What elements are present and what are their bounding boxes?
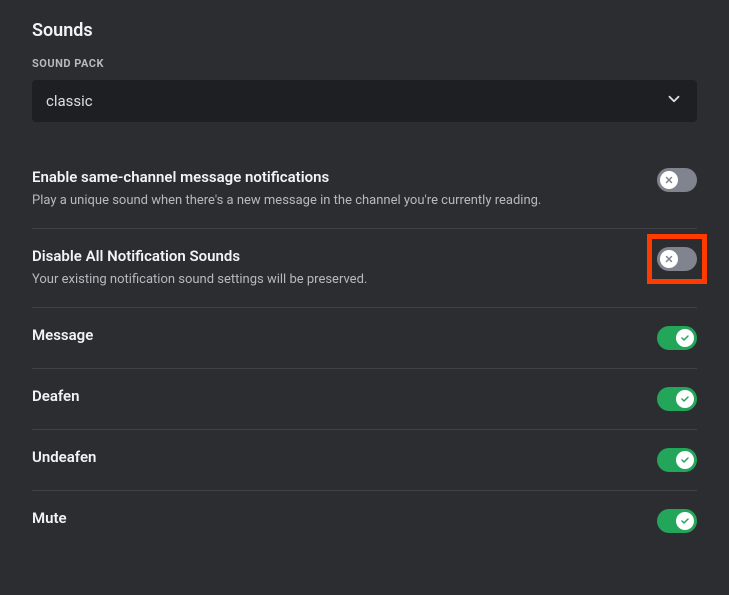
x-icon — [660, 250, 678, 268]
toggle-same-channel[interactable] — [657, 168, 697, 192]
setting-title: Enable same-channel message notification… — [32, 168, 637, 186]
setting-mute: Mute — [32, 491, 697, 551]
toggle-mute[interactable] — [657, 509, 697, 533]
setting-title: Mute — [32, 509, 637, 527]
x-icon — [660, 171, 678, 189]
toggle-disable-all[interactable] — [657, 247, 697, 271]
section-title: Sounds — [32, 20, 697, 41]
setting-disable-all: Disable All Notification Sounds Your exi… — [32, 229, 697, 308]
setting-text: Deafen — [32, 387, 657, 411]
sound-pack-value: classic — [46, 92, 93, 110]
toggle-undeafen[interactable] — [657, 448, 697, 472]
setting-text: Message — [32, 326, 657, 350]
check-icon — [676, 451, 694, 469]
setting-deafen: Deafen — [32, 369, 697, 430]
sound-pack-label: SOUND PACK — [32, 57, 697, 70]
check-icon — [676, 512, 694, 530]
setting-desc: Play a unique sound when there's a new m… — [32, 192, 637, 210]
setting-title: Undeafen — [32, 448, 637, 466]
setting-title: Deafen — [32, 387, 637, 405]
setting-title: Message — [32, 326, 637, 344]
toggle-message[interactable] — [657, 326, 697, 350]
setting-desc: Your existing notification sound setting… — [32, 271, 637, 289]
setting-message: Message — [32, 308, 697, 369]
check-icon — [676, 390, 694, 408]
setting-undeafen: Undeafen — [32, 430, 697, 491]
setting-title: Disable All Notification Sounds — [32, 247, 637, 265]
setting-text: Undeafen — [32, 448, 657, 472]
check-icon — [676, 329, 694, 347]
setting-same-channel: Enable same-channel message notification… — [32, 150, 697, 229]
chevron-down-icon — [665, 90, 683, 112]
setting-text: Disable All Notification Sounds Your exi… — [32, 247, 657, 289]
sound-pack-select[interactable]: classic — [32, 80, 697, 122]
toggle-deafen[interactable] — [657, 387, 697, 411]
setting-text: Enable same-channel message notification… — [32, 168, 657, 210]
setting-text: Mute — [32, 509, 657, 533]
